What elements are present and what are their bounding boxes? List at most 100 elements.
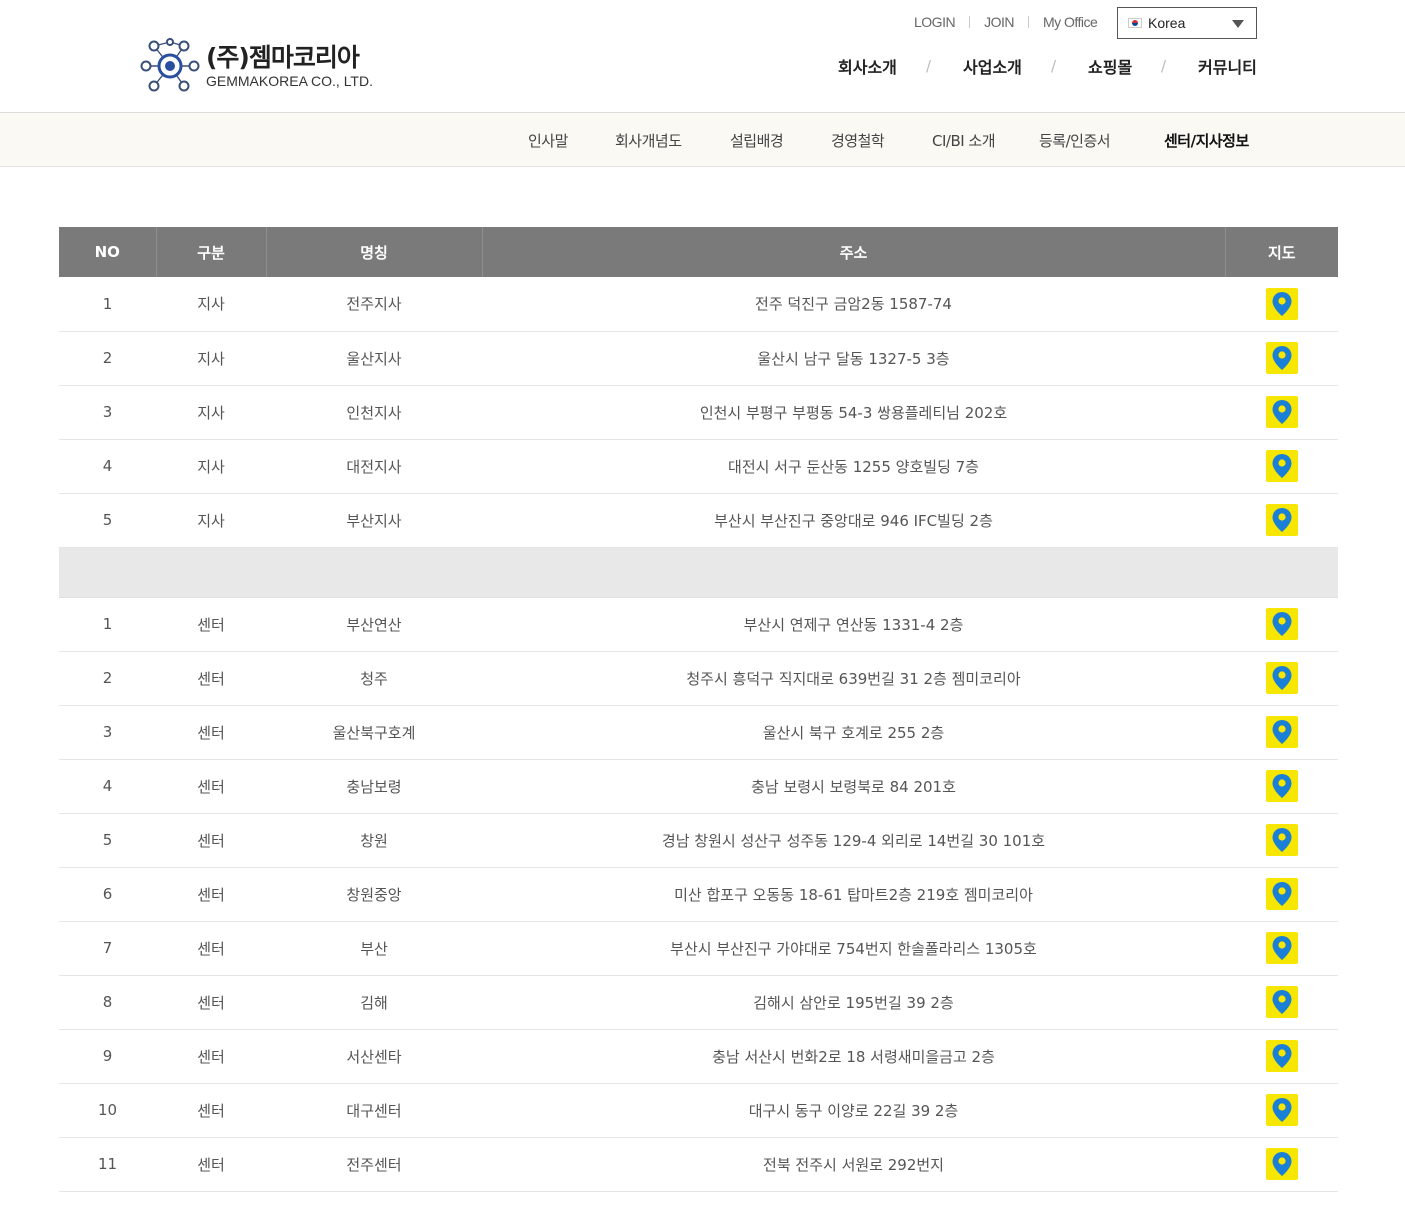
map-button[interactable] xyxy=(1265,504,1298,536)
cell-map xyxy=(1225,651,1338,706)
cell-address: 전북 전주시 서원로 292번지 xyxy=(482,1137,1225,1192)
gnb-item-business[interactable]: 사업소개 xyxy=(963,54,1022,78)
login-link[interactable]: LOGIN xyxy=(914,14,956,30)
gnb-separator: / xyxy=(926,57,932,75)
cell-type: 센터 xyxy=(156,975,266,1030)
gnb-item-shop[interactable]: 쇼핑몰 xyxy=(1088,54,1132,78)
map-pin-icon xyxy=(1272,400,1291,424)
subnav-item-center-branch[interactable]: 센터/지사정보 xyxy=(1164,130,1249,151)
subnav-item-company-concept[interactable]: 회사개념도 xyxy=(615,130,682,151)
korea-flag-icon xyxy=(1128,18,1142,28)
map-button[interactable] xyxy=(1265,662,1298,694)
table-row: 3 지사 인천지사 인천시 부평구 부평동 54-3 쌍용플레티님 202호 xyxy=(59,385,1338,440)
cell-name: 부산 xyxy=(266,921,482,976)
subnav-item-ci-bi[interactable]: CI/BI 소개 xyxy=(932,130,996,151)
gnb-separator: / xyxy=(1051,57,1057,75)
logo[interactable]: (주)젬마코리아 GEMMAKOREA CO., LTD. xyxy=(140,38,373,94)
map-button[interactable] xyxy=(1265,1094,1298,1126)
cell-name: 창원 xyxy=(266,813,482,868)
cell-name: 대구센터 xyxy=(266,1083,482,1138)
gnb-item-community[interactable]: 커뮤니티 xyxy=(1198,54,1257,78)
language-select[interactable]: Korea xyxy=(1117,7,1257,39)
cell-map xyxy=(1225,705,1338,760)
branch-center-table: NO 구분 명칭 주소 지도 1 지사 전주지사 전주 덕진구 금암2동 1587-7… xyxy=(59,227,1338,1192)
table-row: 3 센터 울산북구호계 울산시 북구 호계로 255 2층 xyxy=(59,705,1338,760)
cell-name: 충남보령 xyxy=(266,759,482,814)
cell-address: 경남 창원시 성산구 성주동 129-4 외리로 14번길 30 101호 xyxy=(482,813,1225,868)
table-header-row: NO 구분 명칭 주소 지도 xyxy=(59,227,1338,277)
cell-map xyxy=(1225,331,1338,386)
map-pin-icon xyxy=(1272,346,1291,370)
cell-no: 2 xyxy=(59,331,156,386)
map-pin-icon xyxy=(1272,990,1291,1014)
cell-no: 2 xyxy=(59,651,156,706)
caret-down-icon xyxy=(1232,20,1244,28)
map-button[interactable] xyxy=(1265,824,1298,856)
cell-map xyxy=(1225,867,1338,922)
map-pin-icon xyxy=(1272,1098,1291,1122)
map-button[interactable] xyxy=(1265,608,1298,640)
gnb-item-company[interactable]: 회사소개 xyxy=(838,54,897,78)
table-row: 4 지사 대전지사 대전시 서구 둔산동 1255 양호빌딩 7층 xyxy=(59,439,1338,494)
table-row: 7 센터 부산 부산시 부산진구 가야대로 754번지 한솔폴라리스 1305호 xyxy=(59,921,1338,976)
cell-type: 지사 xyxy=(156,439,266,494)
table-row: 2 지사 울산지사 울산시 남구 달동 1327-5 3층 xyxy=(59,331,1338,386)
cell-name: 부산연산 xyxy=(266,597,482,652)
cell-name: 김해 xyxy=(266,975,482,1030)
map-button[interactable] xyxy=(1265,770,1298,802)
cell-type: 센터 xyxy=(156,1137,266,1192)
map-button[interactable] xyxy=(1265,450,1298,482)
subnav-item-certificates[interactable]: 등록/인증서 xyxy=(1039,130,1111,151)
table-row: 4 센터 충남보령 충남 보령시 보령북로 84 201호 xyxy=(59,759,1338,814)
cell-no: 5 xyxy=(59,493,156,548)
cell-address: 부산시 부산진구 가야대로 754번지 한솔폴라리스 1305호 xyxy=(482,921,1225,976)
gnb-separator: / xyxy=(1161,57,1167,75)
brand-name-english: GEMMAKOREA CO., LTD. xyxy=(206,73,373,89)
cell-map xyxy=(1225,1083,1338,1138)
map-button[interactable] xyxy=(1265,986,1298,1018)
map-button[interactable] xyxy=(1265,1148,1298,1180)
cell-name: 서산센타 xyxy=(266,1029,482,1084)
map-button[interactable] xyxy=(1265,932,1298,964)
cell-address: 부산시 부산진구 중앙대로 946 IFC빌딩 2층 xyxy=(482,493,1225,548)
cell-map xyxy=(1225,385,1338,440)
cell-address: 대전시 서구 둔산동 1255 양호빌딩 7층 xyxy=(482,439,1225,494)
cell-no: 4 xyxy=(59,439,156,494)
subnav-item-background[interactable]: 설립배경 xyxy=(730,130,784,151)
cell-type: 센터 xyxy=(156,867,266,922)
join-link[interactable]: JOIN xyxy=(984,14,1014,30)
cell-map xyxy=(1225,597,1338,652)
table-row: 10 센터 대구센터 대구시 동구 이양로 22길 39 2층 xyxy=(59,1083,1338,1138)
cell-address: 충남 서산시 번화2로 18 서령새미을금고 2층 xyxy=(482,1029,1225,1084)
cell-name: 전주센터 xyxy=(266,1137,482,1192)
cell-map xyxy=(1225,1137,1338,1192)
column-header-map: 지도 xyxy=(1225,227,1338,277)
cell-name: 대전지사 xyxy=(266,439,482,494)
map-button[interactable] xyxy=(1265,396,1298,428)
subnav-item-philosophy[interactable]: 경영철학 xyxy=(831,130,885,151)
cell-no: 3 xyxy=(59,705,156,760)
my-office-link[interactable]: My Office xyxy=(1043,14,1098,30)
subnav-item-greeting[interactable]: 인사말 xyxy=(528,130,568,151)
cell-no: 4 xyxy=(59,759,156,814)
section-divider-row xyxy=(59,547,1338,598)
cell-name: 인천지사 xyxy=(266,385,482,440)
map-button[interactable] xyxy=(1265,342,1298,374)
cell-address: 충남 보령시 보령북로 84 201호 xyxy=(482,759,1225,814)
site-header: (주)젬마코리아 GEMMAKOREA CO., LTD. LOGIN JOIN… xyxy=(0,0,1405,113)
logo-molecule-icon xyxy=(140,38,200,92)
column-header-name: 명칭 xyxy=(266,227,483,277)
brand-name-korean: (주)젬마코리아 xyxy=(206,43,360,72)
cell-type: 센터 xyxy=(156,597,266,652)
map-button[interactable] xyxy=(1265,287,1298,320)
cell-no: 9 xyxy=(59,1029,156,1084)
map-button[interactable] xyxy=(1265,878,1298,910)
map-button[interactable] xyxy=(1265,1040,1298,1072)
cell-address: 미산 합포구 오동동 18-61 탑마트2층 219호 젬미코리아 xyxy=(482,867,1225,922)
divider xyxy=(969,16,971,28)
map-pin-icon xyxy=(1272,666,1291,690)
section-divider-cell xyxy=(59,547,1338,598)
map-button[interactable] xyxy=(1265,716,1298,748)
cell-no: 3 xyxy=(59,385,156,440)
map-pin-icon xyxy=(1272,774,1291,798)
